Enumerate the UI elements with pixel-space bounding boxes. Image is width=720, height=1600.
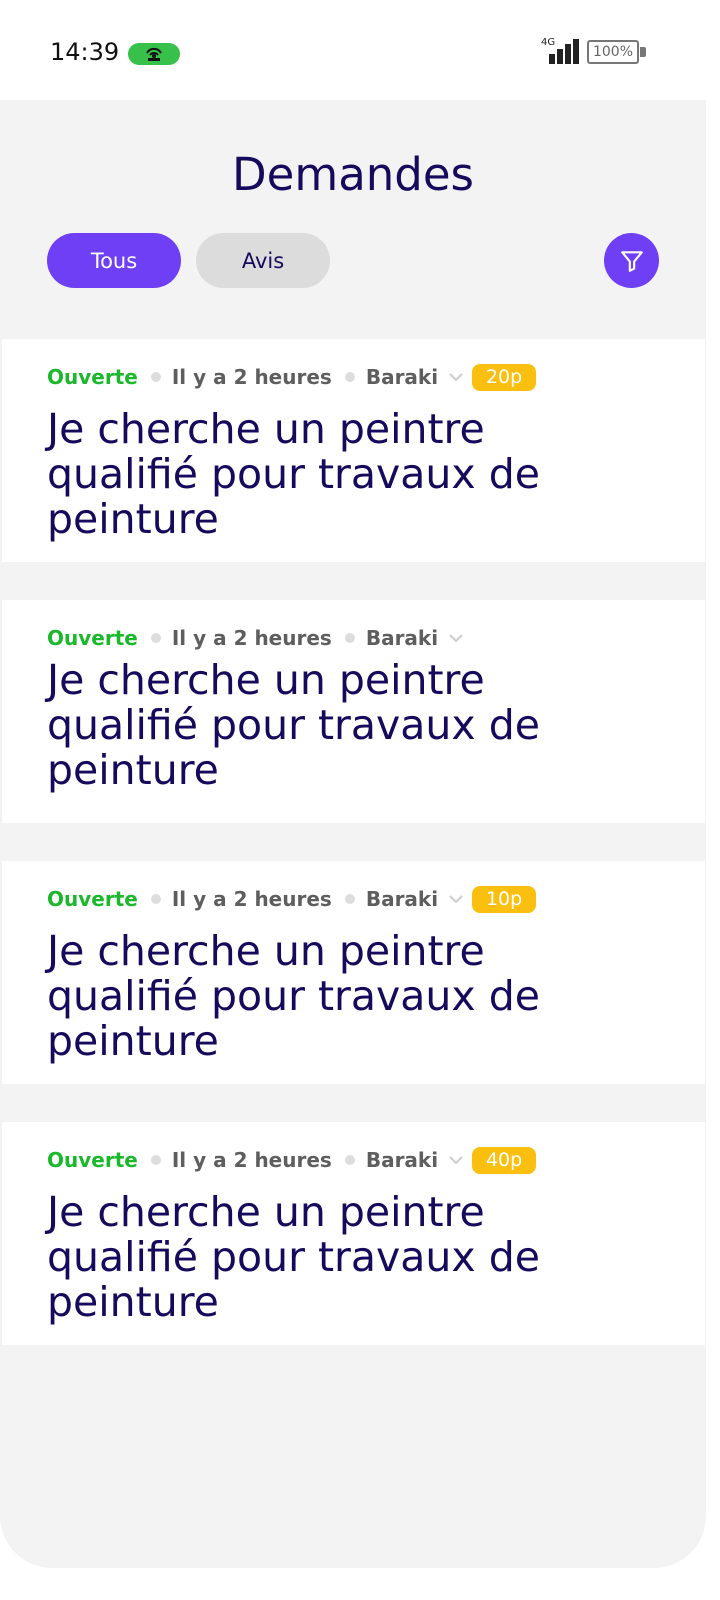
chevron-down-icon[interactable] [448, 1155, 464, 1165]
battery-tip [640, 47, 646, 57]
separator-dot [344, 1155, 355, 1165]
separator-dot [344, 894, 355, 904]
status-label: Ouverte [47, 887, 138, 911]
tab-label: Avis [241, 248, 285, 273]
tab-all[interactable]: Tous [47, 233, 181, 288]
price-badge: 40p [472, 1146, 537, 1174]
status-label: Ouverte [47, 626, 138, 650]
tab-reviews[interactable]: Avis [196, 233, 330, 288]
hotspot-icon [128, 43, 180, 65]
chevron-down-icon[interactable] [448, 633, 464, 643]
tab-label: Tous [90, 248, 138, 273]
time-ago: Il y a 2 heures [171, 626, 332, 650]
request-card[interactable]: Ouverte Il y a 2 heures Baraki 20p Je ch… [2, 339, 705, 562]
city-label: Baraki [365, 1148, 439, 1172]
request-title: Je cherche un peintre qualifié pour trav… [47, 405, 540, 543]
battery-level: 100% [592, 44, 634, 60]
request-meta: Ouverte Il y a 2 heures Baraki [47, 624, 472, 652]
separator-dot [150, 372, 161, 382]
battery-icon: 100% [587, 40, 639, 64]
page-title: Demandes [232, 148, 474, 201]
request-meta: Ouverte Il y a 2 heures Baraki 40p [47, 1146, 537, 1174]
request-card[interactable]: Ouverte Il y a 2 heures Baraki 10p Je ch… [2, 861, 705, 1084]
time-ago: Il y a 2 heures [171, 365, 332, 389]
app-screen: 14:39 4G 100% Demandes Tous Avis Ouverte… [0, 0, 706, 1568]
status-label: Ouverte [47, 365, 138, 389]
time-ago: Il y a 2 heures [171, 1148, 332, 1172]
separator-dot [344, 372, 355, 382]
request-title: Je cherche un peintre qualifié pour trav… [47, 656, 540, 794]
signal-icon: 4G [541, 37, 581, 66]
separator-dot [344, 633, 355, 643]
separator-dot [150, 1155, 161, 1165]
city-label: Baraki [365, 887, 439, 911]
status-time: 14:39 [50, 38, 120, 66]
separator-dot [150, 894, 161, 904]
status-label: Ouverte [47, 1148, 138, 1172]
separator-dot [150, 633, 161, 643]
price-badge: 10p [472, 885, 537, 913]
city-label: Baraki [365, 365, 439, 389]
request-title: Je cherche un peintre qualifié pour trav… [47, 927, 540, 1065]
request-card[interactable]: Ouverte Il y a 2 heures Baraki 40p Je ch… [2, 1122, 705, 1345]
request-title: Je cherche un peintre qualifié pour trav… [47, 1188, 540, 1326]
filter-button[interactable] [604, 233, 659, 288]
request-card[interactable]: Ouverte Il y a 2 heures Baraki Je cherch… [2, 600, 705, 823]
chevron-down-icon[interactable] [448, 372, 464, 382]
request-meta: Ouverte Il y a 2 heures Baraki 10p [47, 885, 537, 913]
request-meta: Ouverte Il y a 2 heures Baraki 20p [47, 363, 537, 391]
status-bar: 14:39 4G 100% [0, 0, 706, 100]
chevron-down-icon[interactable] [448, 894, 464, 904]
time-ago: Il y a 2 heures [171, 887, 332, 911]
price-badge: 20p [472, 363, 537, 391]
city-label: Baraki [365, 626, 439, 650]
filter-icon [620, 250, 643, 272]
